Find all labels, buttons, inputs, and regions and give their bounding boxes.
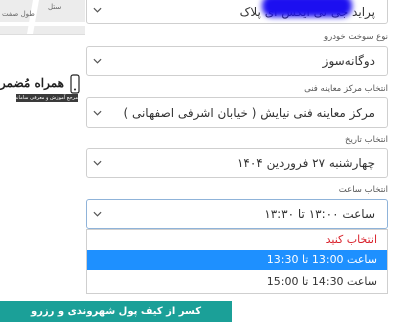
map-street-label: طول صفت <box>2 10 35 18</box>
time-option-placeholder[interactable]: انتخاب کنید <box>87 230 387 250</box>
chevron-down-icon <box>93 110 102 116</box>
redacted-plate <box>262 0 352 17</box>
chevron-down-icon <box>93 8 102 14</box>
phone-icon <box>70 74 80 94</box>
brand-logo: همراه مُضمر مرجع آموزش و معرفی سامانه‌ها… <box>0 74 80 104</box>
date-value: چهارشنبه ۲۷ فروردین ۱۴۰۴ <box>236 156 375 170</box>
fuel-select[interactable]: دوگانه‌سوز <box>86 46 388 76</box>
time-value: ساعت ۱۳:۰۰ تا ۱۳:۳۰ <box>264 207 375 221</box>
date-select[interactable]: چهارشنبه ۲۷ فروردین ۱۴۰۴ <box>86 148 388 178</box>
logo-title: همراه مُضمر <box>0 76 64 90</box>
center-label: انتخاب مرکز معاینه فنی <box>304 84 388 94</box>
date-label: انتخاب تاریخ <box>345 135 388 145</box>
chevron-down-icon <box>93 160 102 166</box>
vehicle-select[interactable]: پراید جی تی ایکس آی پلاک <box>86 0 388 24</box>
chevron-down-icon <box>93 211 102 217</box>
time-label: انتخاب ساعت <box>338 185 388 195</box>
time-option-selected[interactable]: ساعت 13:00 تا 13:30 <box>87 250 387 270</box>
time-option[interactable]: ساعت 14:30 تا 15:00 <box>87 272 387 292</box>
center-select[interactable]: مرکز معاینه فنی نیایش ( خیابان اشرفی اصف… <box>86 97 388 128</box>
chevron-down-icon <box>93 58 102 64</box>
map-place-label: ستل <box>48 3 62 11</box>
fuel-label: نوع سوخت خودرو <box>324 32 388 42</box>
fuel-value: دوگانه‌سوز <box>322 54 375 68</box>
time-select[interactable]: ساعت ۱۳:۰۰ تا ۱۳:۳۰ <box>86 199 388 229</box>
map-thumbnail[interactable]: طول صفت ستل <box>0 0 85 35</box>
logo-subtitle: مرجع آموزش و معرفی سامانه‌های دولتی و کا… <box>16 94 78 102</box>
center-value: مرکز معاینه فنی نیایش ( خیابان اشرفی اصف… <box>123 105 375 120</box>
time-dropdown-list: انتخاب کنید ساعت 13:00 تا 13:30 ساعت 14:… <box>86 229 388 294</box>
pay-and-reserve-button[interactable]: کسر از کیف پول شهروندی و رزرو <box>0 301 232 322</box>
